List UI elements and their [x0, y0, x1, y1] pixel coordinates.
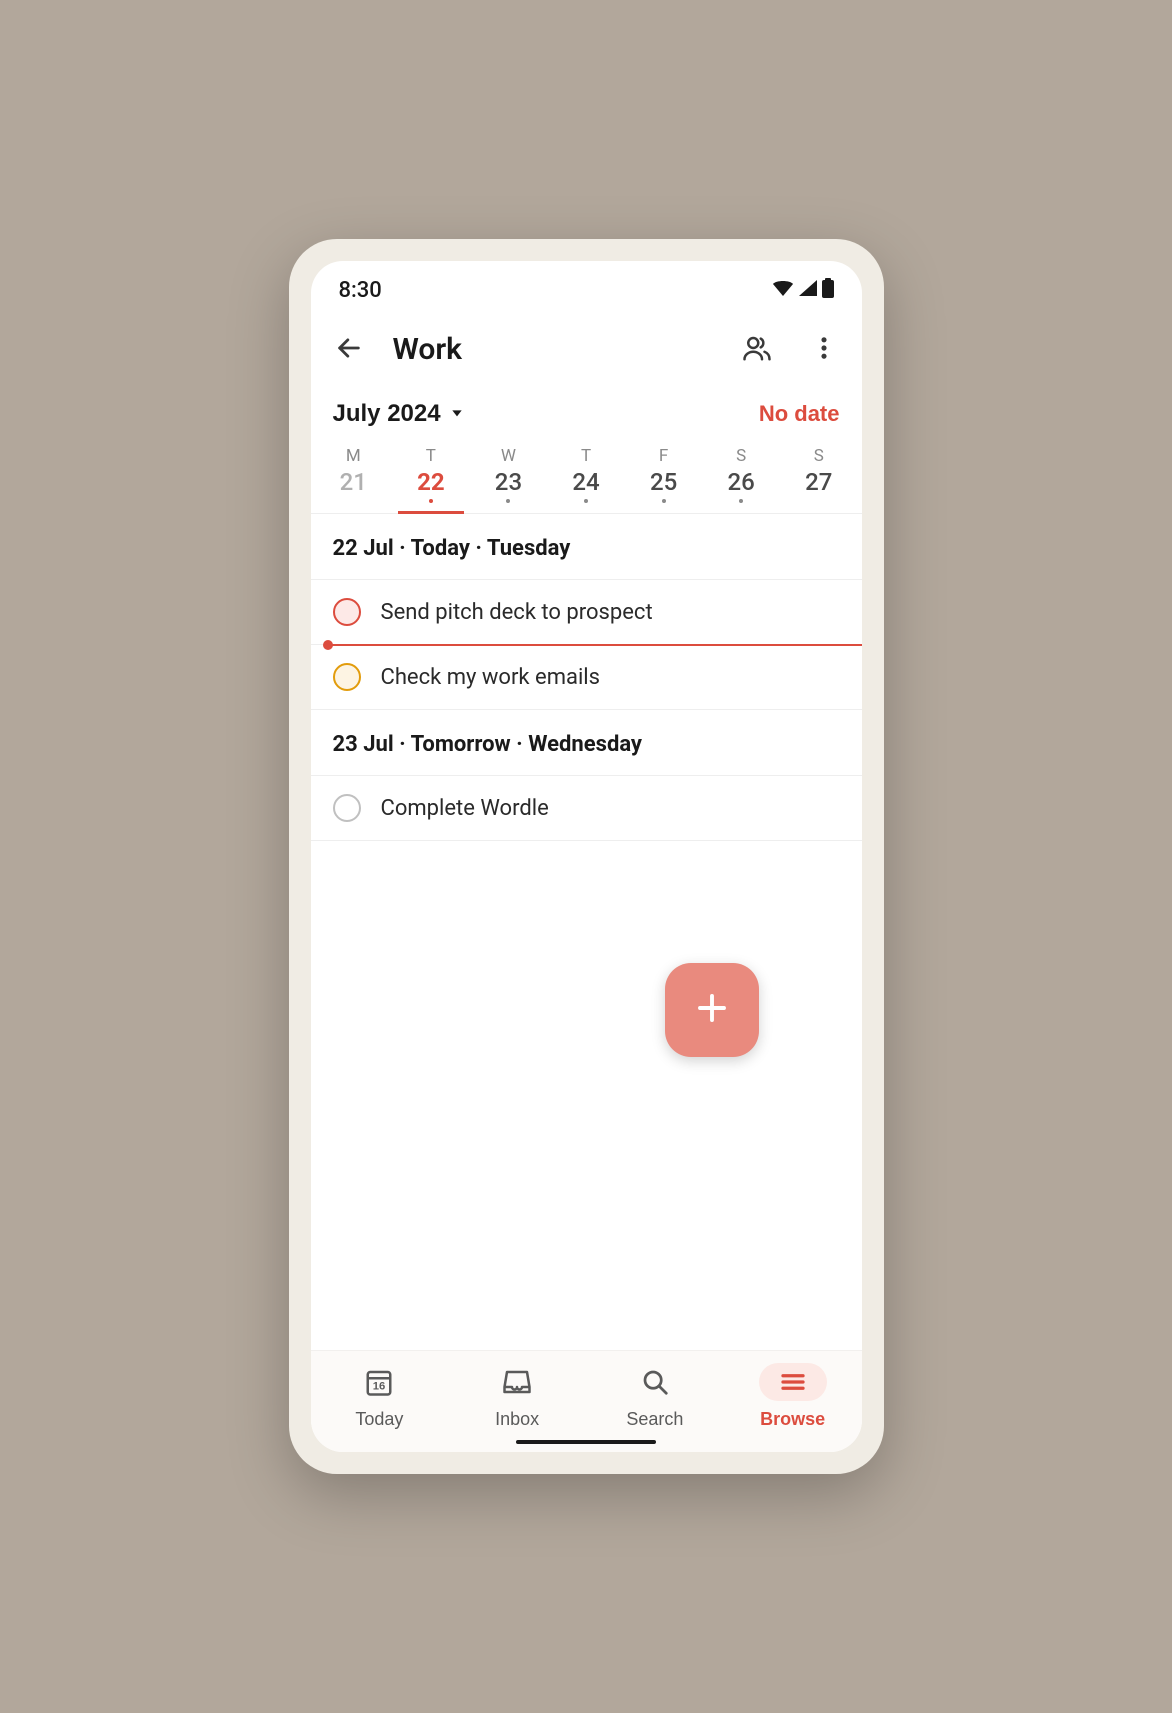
add-task-fab[interactable] — [665, 963, 759, 1057]
task-title: Check my work emails — [381, 665, 601, 690]
month-picker-button[interactable]: July 2024 — [333, 400, 465, 428]
day-dot-icon — [429, 499, 433, 503]
day-25[interactable]: F25 — [625, 442, 703, 513]
app-bar: Work — [311, 311, 862, 388]
day-26[interactable]: S26 — [702, 442, 780, 513]
wifi-icon — [772, 279, 794, 301]
day-letter: S — [702, 446, 780, 466]
day-letter: T — [547, 446, 625, 466]
day-number: 27 — [780, 468, 858, 496]
nav-label: Today — [355, 1409, 403, 1430]
nav-search[interactable]: Search — [586, 1363, 724, 1430]
cellular-icon — [798, 279, 818, 301]
now-line — [327, 644, 862, 646]
screen: 8:30 Work — [311, 261, 862, 1452]
task-checkbox[interactable] — [333, 794, 361, 822]
day-number: 22 — [392, 468, 470, 496]
nav-label: Browse — [760, 1409, 825, 1430]
day-number: 26 — [702, 468, 780, 496]
task-row[interactable]: Check my work emails — [311, 645, 862, 710]
day-dot-icon — [739, 499, 743, 503]
day-22[interactable]: T22 — [392, 442, 470, 513]
task-checkbox[interactable] — [333, 663, 361, 691]
day-24[interactable]: T24 — [547, 442, 625, 513]
month-row: July 2024 No date — [311, 388, 862, 442]
section-header: 23 Jul · Tomorrow · Wednesday — [311, 710, 862, 776]
day-letter: W — [470, 446, 548, 466]
search-icon — [621, 1363, 689, 1401]
nav-today[interactable]: 16 Today — [311, 1363, 449, 1430]
task-row[interactable]: Send pitch deck to prospect — [311, 580, 862, 645]
day-letter: T — [392, 446, 470, 466]
task-title: Send pitch deck to prospect — [381, 600, 653, 625]
share-button[interactable] — [738, 329, 776, 370]
svg-text:16: 16 — [373, 1381, 386, 1393]
more-button[interactable] — [806, 330, 842, 369]
phone-frame: 8:30 Work — [289, 239, 884, 1474]
nav-browse[interactable]: Browse — [724, 1363, 862, 1430]
day-letter: M — [315, 446, 393, 466]
status-time: 8:30 — [339, 278, 382, 303]
today-icon: 16 — [345, 1363, 413, 1401]
day-number: 25 — [625, 468, 703, 496]
now-dot-icon — [323, 640, 333, 650]
day-23[interactable]: W23 — [470, 442, 548, 513]
browse-icon — [759, 1363, 827, 1401]
chevron-down-icon — [449, 400, 465, 428]
task-checkbox[interactable] — [333, 598, 361, 626]
day-number: 21 — [315, 468, 393, 496]
home-indicator[interactable] — [516, 1440, 656, 1444]
task-row[interactable]: Complete Wordle — [311, 776, 862, 841]
day-dot-icon — [506, 499, 510, 503]
bottom-nav: 16 Today Inbox Search Browse — [311, 1350, 862, 1452]
day-dot-icon — [584, 499, 588, 503]
task-list-scroll[interactable]: 22 Jul · Today · Tuesday Send pitch deck … — [311, 514, 862, 1350]
day-21[interactable]: M21 — [315, 442, 393, 513]
status-bar: 8:30 — [311, 261, 862, 311]
day-number: 23 — [470, 468, 548, 496]
day-27[interactable]: S27 — [780, 442, 858, 513]
arrow-left-icon — [335, 350, 363, 365]
nav-label: Search — [626, 1409, 683, 1430]
day-letter: S — [780, 446, 858, 466]
nav-inbox[interactable]: Inbox — [448, 1363, 586, 1430]
day-dot-icon — [662, 499, 666, 503]
inbox-icon — [483, 1363, 551, 1401]
project-title: Work — [393, 332, 712, 367]
app-bar-actions — [738, 329, 842, 370]
week-row: M21T22W23T24F25S26S27 — [311, 442, 862, 514]
day-number: 24 — [547, 468, 625, 496]
people-icon — [742, 351, 772, 366]
back-button[interactable] — [331, 330, 367, 369]
section-header: 22 Jul · Today · Tuesday — [311, 514, 862, 580]
battery-icon — [822, 278, 834, 302]
plus-icon — [694, 990, 730, 1030]
nav-label: Inbox — [495, 1409, 539, 1430]
task-title: Complete Wordle — [381, 796, 549, 821]
month-label-text: July 2024 — [333, 400, 441, 428]
no-date-button[interactable]: No date — [759, 401, 840, 427]
more-vertical-icon — [810, 350, 838, 365]
day-letter: F — [625, 446, 703, 466]
status-icons — [772, 278, 834, 302]
